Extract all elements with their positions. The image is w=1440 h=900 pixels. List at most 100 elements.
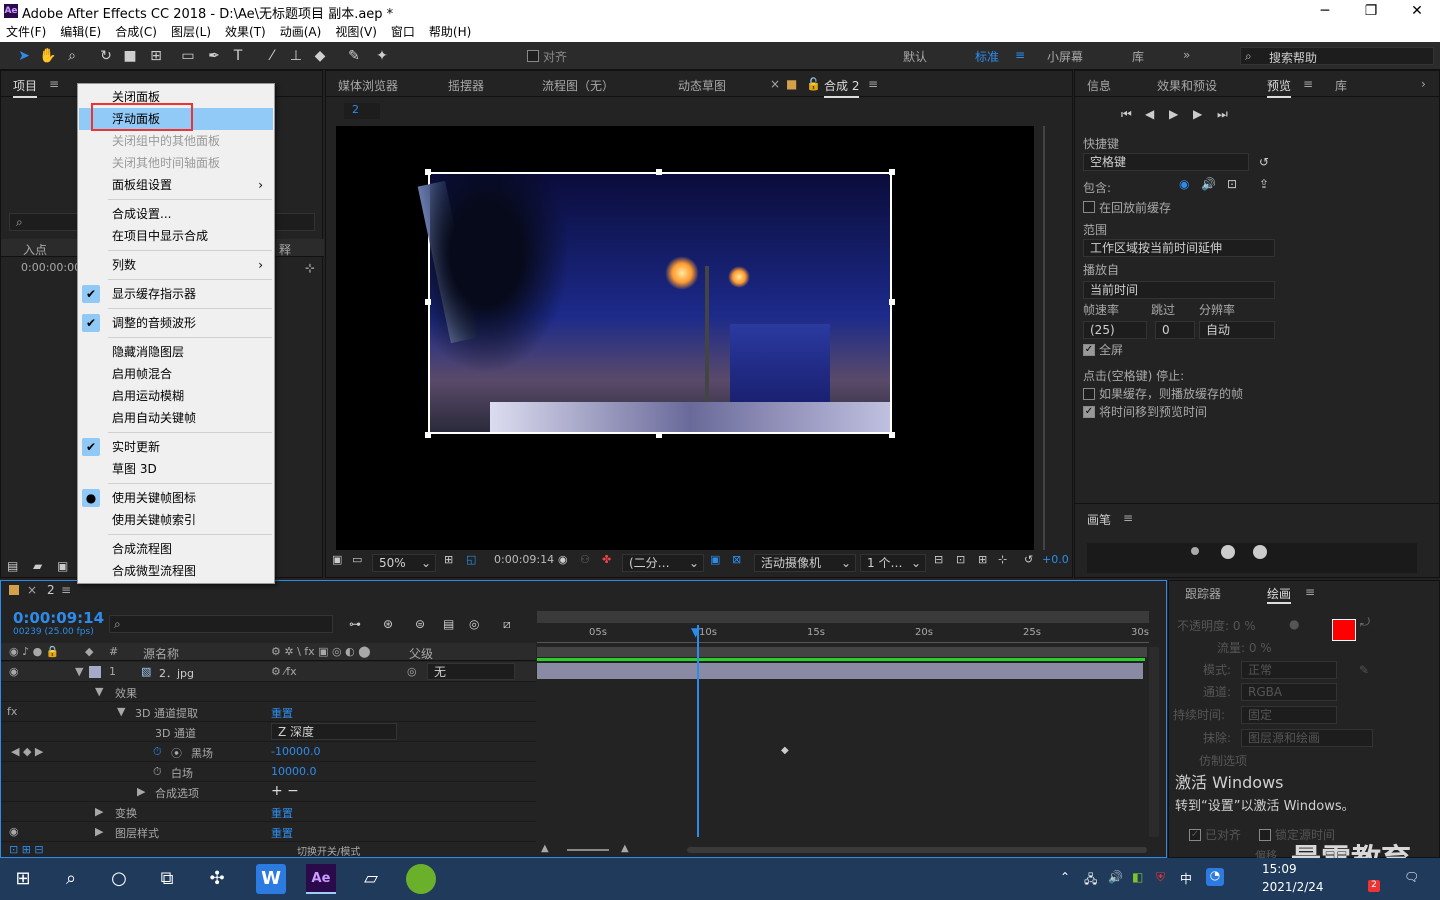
preview-menu-icon[interactable]: ≡ — [1303, 77, 1313, 91]
viewer-timecode[interactable]: 0:00:09:14 — [494, 553, 554, 575]
tab-timeline-2[interactable]: 2 — [47, 583, 55, 597]
first-frame-icon[interactable]: ⏮ — [1121, 107, 1132, 122]
property-row-layer-styles[interactable]: ◉ ▶ 图层样式 重置 — [1, 822, 536, 842]
workspace-library[interactable]: 库 — [1132, 48, 1144, 65]
menu-edit[interactable]: 编辑(E) — [60, 22, 101, 42]
move-time-checkbox[interactable]: ✓ — [1083, 406, 1095, 418]
stopwatch-icon[interactable]: ⏱ — [153, 745, 162, 759]
menu-composition[interactable]: 合成(C) — [115, 22, 157, 42]
word-app-icon[interactable]: W — [256, 864, 286, 894]
transform-handle[interactable] — [425, 432, 431, 438]
viewer-scrollbar[interactable] — [1043, 126, 1045, 550]
menu-item-use-keyframe-icons[interactable]: ● 使用关键帧图标 — [79, 487, 273, 509]
shortcut-dropdown[interactable]: 空格键 — [1083, 153, 1249, 171]
show-snapshot-icon[interactable]: ⚇ — [580, 553, 590, 575]
snapshot-camera-icon[interactable]: ◉ — [558, 553, 568, 575]
camera-dropdown[interactable]: 活动摄像机 ⌄ — [754, 554, 856, 572]
clock-time[interactable]: 15:09 — [1262, 862, 1297, 876]
keyframe-nav-icon[interactable]: ◀ ◆ ▶ — [11, 745, 43, 758]
tab-tracker[interactable]: 跟踪器 — [1185, 585, 1221, 602]
new-folder-icon[interactable]: ▰ — [33, 559, 42, 573]
exposure-value[interactable]: +0.0 — [1042, 553, 1069, 575]
minimize-button[interactable]: ─ — [1302, 0, 1348, 22]
visibility-eye-icon[interactable]: ◉ — [9, 825, 19, 838]
green-ball-app-icon[interactable] — [406, 864, 436, 894]
expand-triangle-icon[interactable]: ▶ — [137, 785, 145, 798]
next-frame-icon[interactable]: ▶ — [1193, 107, 1202, 121]
fps-dropdown[interactable]: (25) — [1083, 321, 1147, 339]
brush-tool-icon[interactable]: ⁄ — [262, 46, 282, 66]
lock-icon[interactable]: 🔓 — [806, 77, 821, 91]
range-dropdown[interactable]: 工作区域按当前时间延伸 — [1083, 239, 1275, 257]
erase-dropdown[interactable]: 图层源和绘画 — [1241, 729, 1373, 747]
switches-icon[interactable]: ⚙ ✲ \ fx ▣ ◎ ◐ ⬤ — [271, 645, 371, 658]
brush-tip[interactable] — [1191, 547, 1199, 555]
transform-handle[interactable] — [425, 169, 431, 175]
opacity-dial-icon[interactable]: ● — [1289, 617, 1299, 631]
views-layout-dropdown[interactable]: 1 个… ⌄ — [860, 554, 926, 572]
keyframe-icon[interactable]: ◆ — [781, 745, 789, 756]
av-switches-icon[interactable]: ◉ ♪ ● 🔒 — [9, 645, 59, 658]
cortana-circle-icon[interactable]: ○ — [104, 864, 134, 894]
menu-effect[interactable]: 效果(T) — [225, 22, 266, 42]
graph-icon[interactable]: ⦿ — [171, 745, 182, 761]
tab-motion-sketch[interactable]: 动态草图 — [678, 77, 726, 94]
timeline-timecode[interactable]: 0:00:09:14 — [13, 609, 104, 627]
menu-item-panel-group-settings[interactable]: 面板组设置 › — [79, 174, 273, 196]
zoom-tool-icon[interactable]: ⌕ — [62, 46, 82, 66]
menu-item-comp-mini-flowchart[interactable]: 合成微型流程图 — [79, 560, 273, 582]
layer-label-color[interactable] — [89, 666, 101, 678]
reset-link[interactable]: 重置 — [271, 825, 293, 841]
audio-include-icon[interactable]: 🔊 — [1201, 177, 1216, 191]
tab-project[interactable]: 项目 — [13, 77, 38, 98]
menu-help[interactable]: 帮助(H) — [429, 22, 471, 42]
fit-icon[interactable]: ⊞ — [444, 553, 453, 575]
rectangle-tool-icon[interactable]: ▭ — [178, 46, 198, 66]
pick-whip-icon[interactable]: ◎ — [407, 665, 417, 678]
foreground-color-swatch[interactable] — [1332, 619, 1356, 641]
zoom-in-icon[interactable]: ▲ — [621, 843, 629, 854]
rotate-tool-icon[interactable]: ↻ — [96, 46, 116, 66]
expand-triangle-icon[interactable]: ▶ — [95, 825, 103, 838]
current-time-indicator[interactable] — [697, 625, 699, 837]
project-panel-menu-icon[interactable]: ≡ — [49, 77, 59, 91]
tab-wiggler[interactable]: 摇摆器 — [448, 77, 484, 94]
pan-behind-tool-icon[interactable]: ⊞ — [146, 46, 166, 66]
layer-name[interactable]: 2．jpg — [159, 665, 194, 681]
playhead-icon[interactable]: ▼ — [691, 625, 700, 639]
text-tool-icon[interactable]: T — [228, 46, 248, 66]
workspace-standard[interactable]: 标准 — [975, 48, 999, 65]
channel-dropdown[interactable]: Z 深度 — [271, 723, 397, 740]
transparency-grid-icon[interactable]: ⊠ — [732, 553, 741, 575]
prev-frame-icon[interactable]: ◀ — [1145, 107, 1154, 121]
transform-handle[interactable] — [656, 169, 662, 175]
menu-item-use-keyframe-indices[interactable]: 使用关键帧索引 — [79, 509, 273, 531]
tab-preview[interactable]: 预览 — [1267, 77, 1292, 98]
swap-colors-icon[interactable]: ⤾ — [1360, 615, 1370, 630]
add-remove-buttons[interactable]: + − — [271, 783, 299, 799]
brush-tip[interactable] — [1221, 545, 1235, 559]
expand-triangle-icon[interactable]: ▼ — [95, 685, 103, 698]
snap-checkbox[interactable] — [527, 50, 539, 62]
layer-row-1[interactable]: ◉ ▼ 1 ▧ 2．jpg ⚙ ⁄fx ◎ 无 — [1, 662, 536, 682]
property-value[interactable]: -10000.0 — [271, 745, 320, 758]
draft-3d-icon[interactable]: ⊛ — [383, 617, 393, 631]
3d-view-icon[interactable]: ⊡ — [956, 553, 965, 575]
frame-blending-icon[interactable]: ▤ — [443, 617, 454, 631]
menu-item-reveal-in-project[interactable]: 在项目中显示合成 — [79, 225, 273, 247]
puppet-tool-icon[interactable]: ✦ — [372, 46, 392, 66]
more-workspaces-icon[interactable]: » — [1183, 48, 1190, 62]
menu-item-comp-flowchart[interactable]: 合成流程图 — [79, 538, 273, 560]
color-channels-icon[interactable]: ✤ — [602, 553, 611, 575]
menu-item-enable-motion-blur[interactable]: 启用运动模糊 — [79, 385, 273, 407]
property-row-composite-options[interactable]: ▶ 合成选项 + − — [1, 782, 536, 802]
col-in-point[interactable]: 入点 — [23, 241, 47, 258]
close-tab-icon[interactable]: × — [770, 77, 780, 91]
roto-brush-tool-icon[interactable]: ✎ — [344, 46, 364, 66]
monitor-icon[interactable]: ▭ — [352, 553, 362, 575]
interpret-footage-icon[interactable]: ▤ — [7, 559, 18, 573]
menu-item-draft-3d[interactable]: 草图 3D — [79, 458, 273, 480]
play-from-dropdown[interactable]: 当前时间 — [1083, 281, 1275, 299]
region-of-interest-icon[interactable]: ◱ — [466, 553, 476, 575]
menu-animation[interactable]: 动画(A) — [280, 22, 322, 42]
